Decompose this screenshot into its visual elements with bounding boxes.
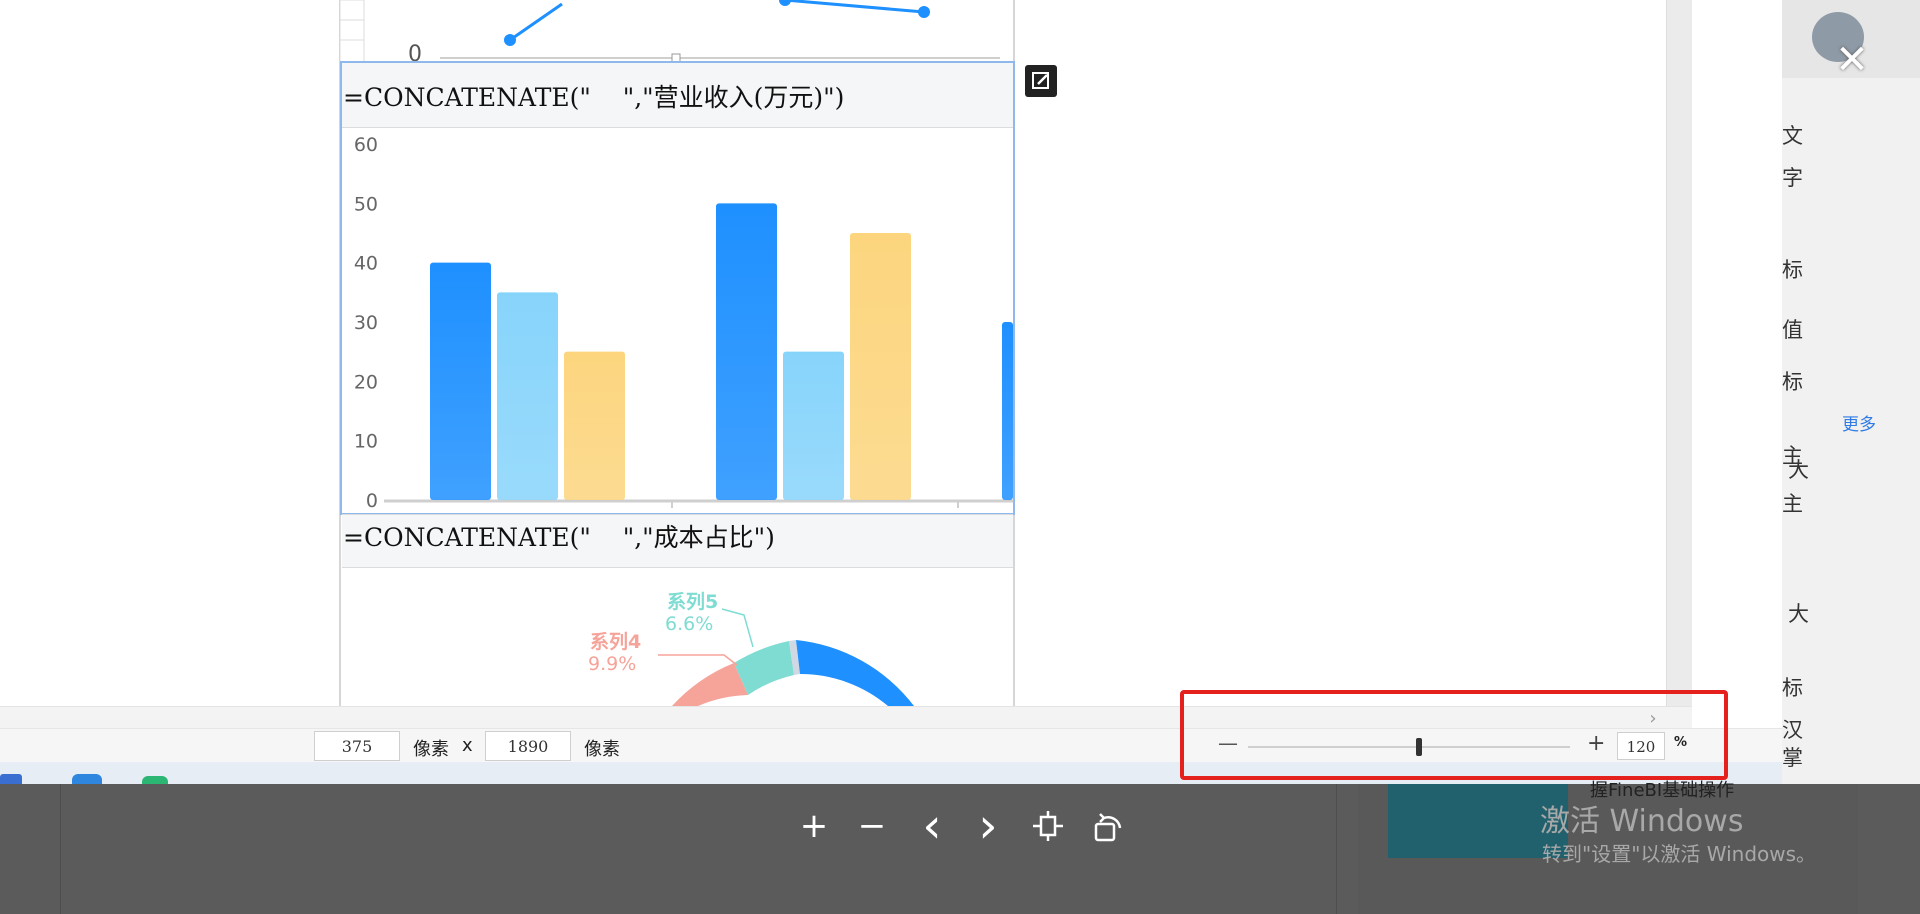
edit-icon[interactable] (1025, 65, 1057, 97)
activate-windows-subtitle: 转到"设置"以激活 Windows。 (1542, 842, 1817, 866)
rotate-glyph (1094, 813, 1122, 842)
bar-series2-cat1 (497, 292, 558, 500)
bar-chart: 0 10 20 30 40 50 60 (354, 134, 1013, 512)
panel-char: 标 (1782, 258, 1803, 282)
panel-char: 标 (1782, 676, 1803, 700)
bar-series1-cat3 (1002, 322, 1013, 500)
panel-char: 汉 (1782, 718, 1803, 742)
background-content (60, 784, 1337, 914)
bar-series3-cat2 (850, 233, 911, 500)
panel-char: 字 (1782, 166, 1803, 190)
panel-char: 大 (1788, 602, 1809, 626)
label-series4-value: 9.9% (588, 653, 637, 675)
close-icon[interactable]: ✕ (1830, 37, 1874, 83)
bar-series1-cat2 (716, 203, 777, 500)
label-series4-name: 系列4 (590, 631, 642, 653)
scroll-gutter (1692, 0, 1782, 706)
report-canvas: 0 =CONCATENATE(" ","营业收入(万元)") 0 10 20 30 40… (0, 0, 1666, 706)
y-tick-label: 40 (354, 253, 378, 275)
label-series5-value: 6.6% (665, 613, 714, 635)
activate-windows-title: 激活 Windows (1540, 804, 1744, 839)
donut-slice-series4 (672, 663, 748, 706)
fit-screen-icon[interactable] (1028, 805, 1068, 847)
y-tick-label: 0 (366, 490, 378, 512)
y-tick-label: 30 (354, 312, 378, 334)
next-icon[interactable]: › (968, 798, 1008, 854)
taskbar-app-icon[interactable] (0, 774, 22, 784)
highlight-box (1180, 690, 1728, 780)
previous-icon[interactable]: ‹ (912, 798, 952, 854)
width-input[interactable]: 375 (314, 731, 400, 761)
height-unit-label: 像素 (584, 739, 620, 760)
background-right-panel: 更多 文 字 标 值 标 主 主 大 大 标 汉 掌 (1782, 0, 1920, 784)
panel-char: 值 (1782, 318, 1803, 342)
panel-char: 文 (1782, 124, 1803, 148)
panel-char: 大 (1788, 458, 1809, 482)
image-viewer-toolbar: 握FineBI基础操作 激活 Windows 转到"设置"以激活 Windows… (0, 780, 1920, 914)
vertical-scrollbar[interactable] (1666, 0, 1693, 706)
bar-series3-cat1 (564, 351, 625, 500)
fit-screen-glyph (1033, 811, 1063, 841)
width-unit-label: 像素 (413, 739, 449, 760)
bar-series2-cat2 (783, 351, 844, 500)
donut-slice-main (796, 640, 914, 706)
taskbar-app-icon[interactable] (142, 776, 168, 784)
y-tick-label: 60 (354, 134, 378, 156)
panel-char: 掌 (1782, 746, 1803, 770)
taskbar-app-icon[interactable] (72, 774, 102, 784)
rotate-icon[interactable] (1088, 805, 1128, 847)
formula-text-2: =CONCATENATE(" ","成本占比") (343, 523, 775, 552)
times-label: x (462, 735, 473, 756)
bar-series1-cat1 (430, 262, 491, 500)
edit-pencil-icon (1032, 72, 1049, 89)
y-tick-label: 20 (354, 371, 378, 393)
y-tick-label: 10 (354, 431, 378, 453)
top-line-chart (340, 0, 1000, 62)
screenshot-area: 0 =CONCATENATE(" ","营业收入(万元)") 0 10 20 30 40… (0, 0, 1782, 784)
formula-text-1: =CONCATENATE(" ","营业收入(万元)") (343, 83, 845, 112)
more-link[interactable]: 更多 (1842, 410, 1876, 435)
label-series5-name: 系列5 (667, 591, 719, 613)
panel-char: 主 (1782, 492, 1803, 516)
panel-char: 标 (1782, 370, 1803, 394)
height-input[interactable]: 1890 (485, 731, 571, 761)
zoom-in-icon[interactable]: + (794, 805, 834, 847)
y-tick-label: 50 (354, 193, 378, 215)
zoom-out-icon[interactable]: − (852, 805, 892, 847)
